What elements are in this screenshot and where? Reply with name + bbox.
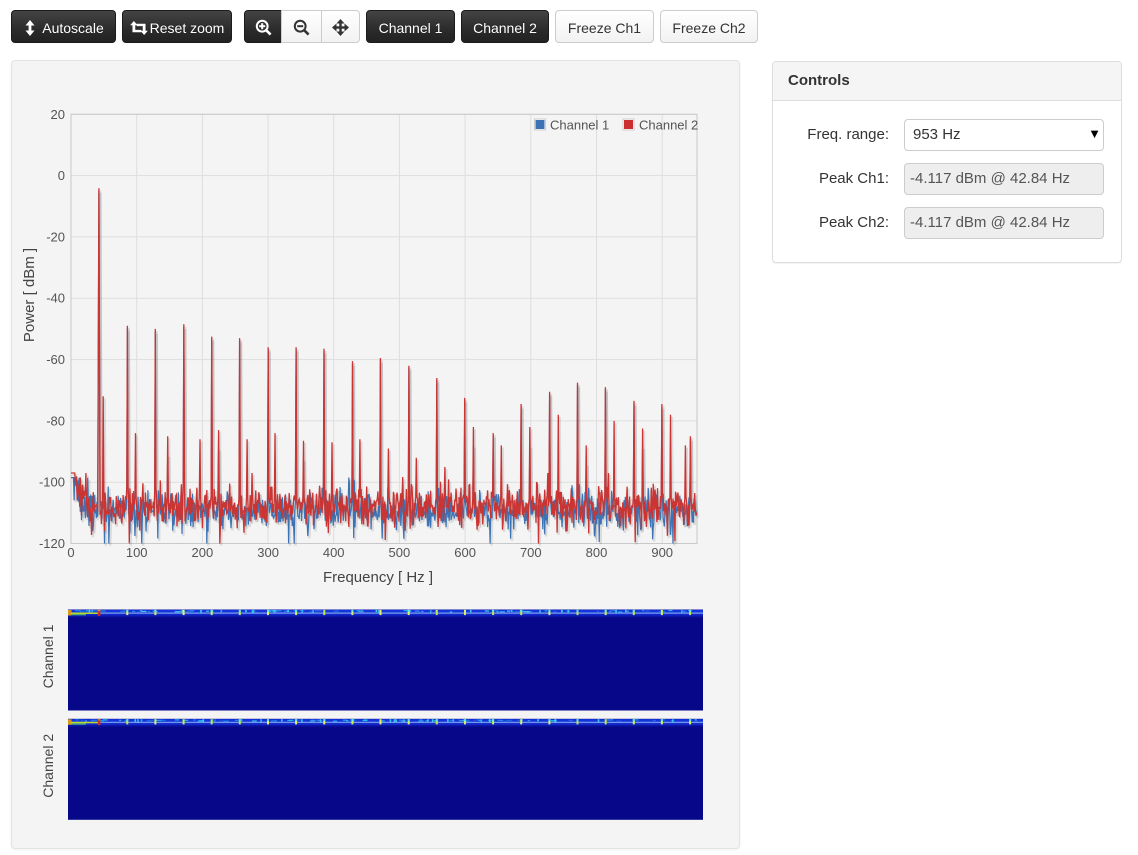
svg-text:-80: -80 (46, 413, 65, 428)
svg-text:-100: -100 (39, 475, 65, 490)
svg-text:300: 300 (257, 545, 279, 560)
svg-text:900: 900 (651, 545, 673, 560)
svg-text:700: 700 (520, 545, 542, 560)
svg-text:0: 0 (67, 545, 74, 560)
svg-text:100: 100 (126, 545, 148, 560)
svg-text:0: 0 (58, 168, 65, 183)
svg-text:500: 500 (389, 545, 411, 560)
svg-text:-20: -20 (46, 229, 65, 244)
svg-text:800: 800 (586, 545, 608, 560)
svg-text:Channel 1: Channel 1 (40, 624, 56, 688)
svg-text:-60: -60 (46, 352, 65, 367)
svg-text:Channel 2: Channel 2 (40, 734, 56, 798)
svg-text:600: 600 (454, 545, 476, 560)
svg-text:-120: -120 (39, 536, 65, 551)
svg-text:-40: -40 (46, 291, 65, 306)
svg-text:400: 400 (323, 545, 345, 560)
svg-text:Channel 1: Channel 1 (550, 118, 609, 133)
svg-text:Power [ dBm ]: Power [ dBm ] (21, 248, 38, 342)
svg-text:Frequency [ Hz ]: Frequency [ Hz ] (323, 569, 433, 586)
svg-text:20: 20 (51, 107, 65, 122)
svg-text:200: 200 (192, 545, 214, 560)
svg-text:Channel 2: Channel 2 (639, 118, 698, 133)
